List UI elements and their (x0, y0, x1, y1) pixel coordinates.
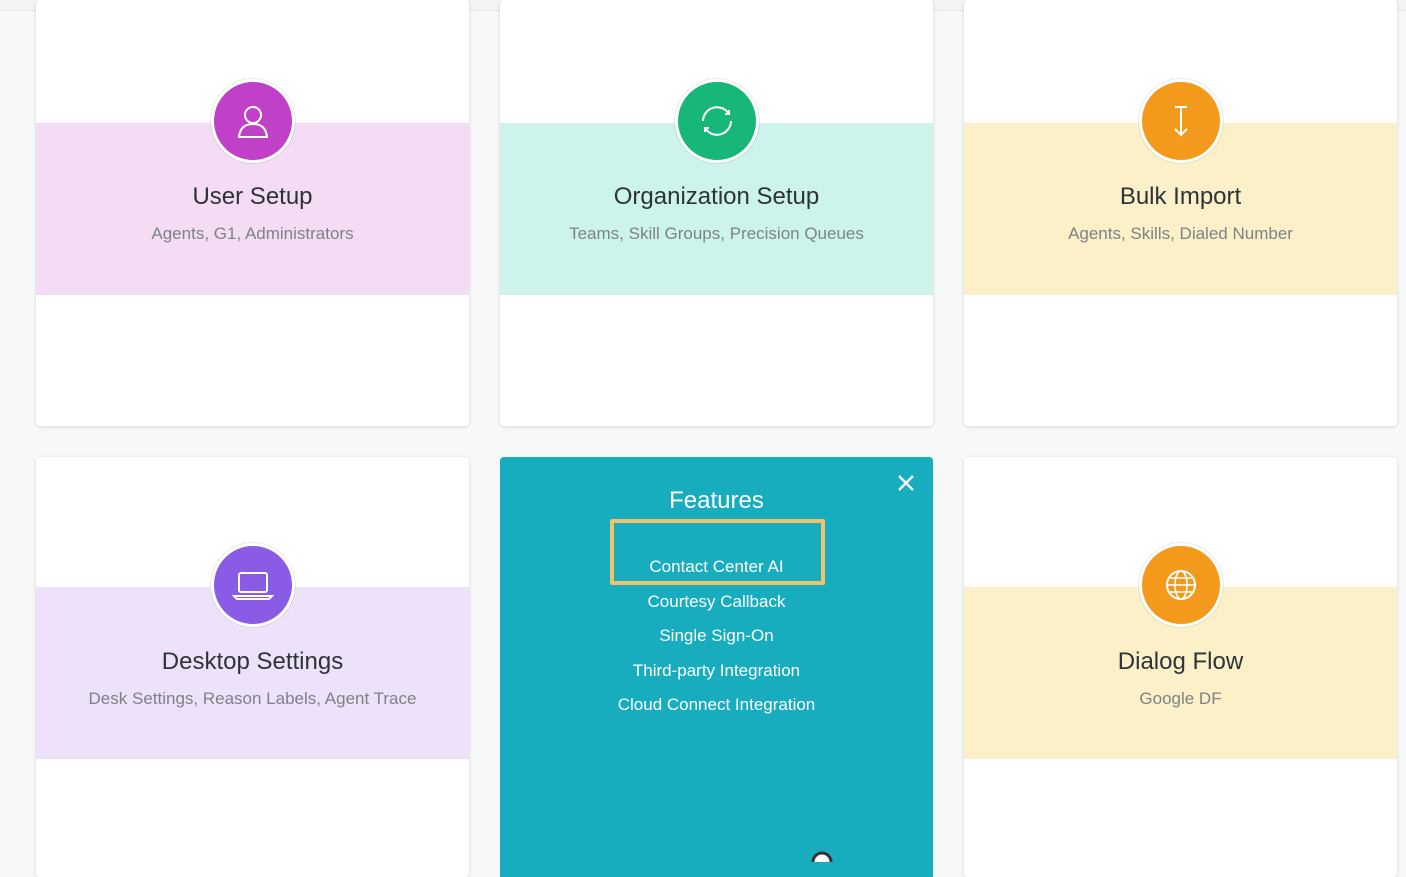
card-subtitle: Agents, G1, Administrators (151, 224, 354, 243)
card-subtitle: Agents, Skills, Dialed Number (1068, 224, 1293, 243)
features-title: Features (669, 487, 764, 514)
bulk-import-card[interactable]: Bulk Import Agents, Skills, Dialed Numbe… (964, 0, 1397, 426)
feature-item-courtesy-callback[interactable]: Courtesy Callback (500, 592, 933, 612)
dialog-flow-card[interactable]: Dialog Flow Google DF (964, 457, 1397, 877)
mouse-cursor-icon (810, 850, 834, 862)
card-subtitle: Desk Settings, Reason Labels, Agent Trac… (88, 689, 417, 708)
user-icon (210, 79, 295, 163)
card-title: Bulk Import (1119, 183, 1242, 210)
card-title: Desktop Settings (161, 648, 344, 675)
close-icon[interactable] (895, 472, 917, 494)
card-title: User Setup (192, 183, 313, 210)
laptop-icon (210, 543, 295, 627)
organization-setup-card[interactable]: Organization Setup Teams, Skill Groups, … (500, 0, 933, 426)
globe-icon (1138, 543, 1223, 627)
card-title: Dialog Flow (1117, 648, 1244, 675)
import-arrow-icon (1138, 79, 1223, 163)
feature-item-third-party-integration[interactable]: Third-party Integration (500, 661, 933, 681)
features-panel: Features Contact Center AI Courtesy Call… (500, 457, 933, 877)
card-title: Organization Setup (613, 183, 820, 210)
feature-item-contact-center-ai[interactable]: Contact Center AI (500, 557, 933, 577)
desktop-settings-card[interactable]: Desktop Settings Desk Settings, Reason L… (36, 457, 469, 877)
feature-item-cloud-connect-integration[interactable]: Cloud Connect Integration (500, 695, 933, 715)
refresh-icon (674, 79, 759, 163)
feature-item-single-sign-on[interactable]: Single Sign-On (500, 626, 933, 646)
card-subtitle: Teams, Skill Groups, Precision Queues (569, 224, 864, 243)
user-setup-card[interactable]: User Setup Agents, G1, Administrators (36, 0, 469, 426)
card-subtitle: Google DF (1139, 689, 1222, 708)
